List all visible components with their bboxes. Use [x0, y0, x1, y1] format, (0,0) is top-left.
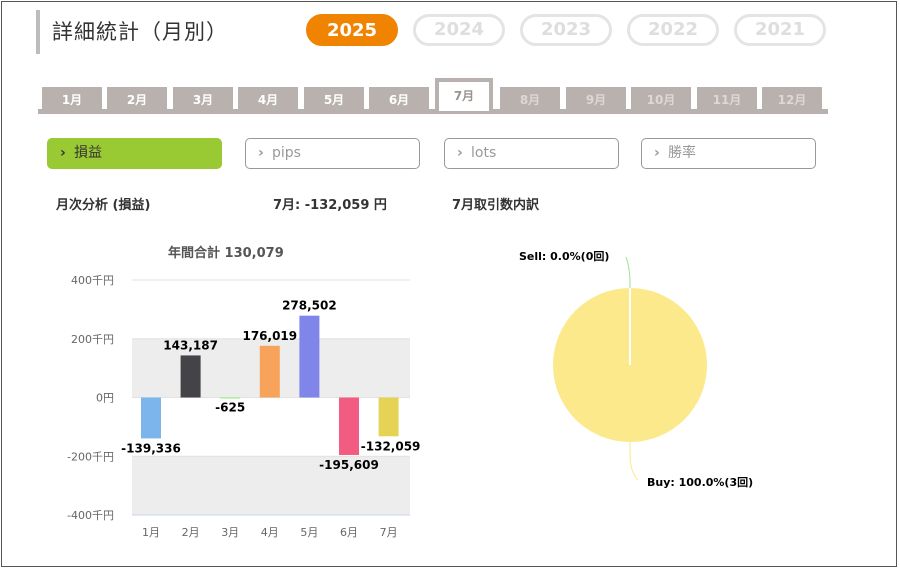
buy-label-connector [629, 442, 639, 481]
month-tab-7[interactable]: 7月 [435, 78, 493, 111]
sell-slice-label: Sell: 0.0%(0回) [519, 249, 609, 263]
sell-label-connector [625, 256, 631, 288]
buy-slice-label: Buy: 100.0%(3回) [647, 475, 753, 489]
